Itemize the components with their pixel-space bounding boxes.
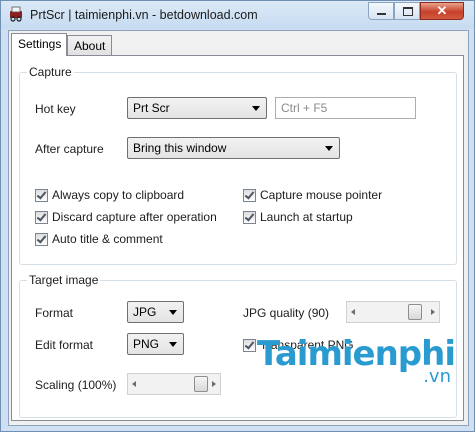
scaling-slider[interactable]: [127, 373, 221, 395]
after-capture-label: After capture: [35, 142, 104, 156]
title-bar[interactable]: PrtScr | taimienphi.vn - betdownload.com…: [1, 1, 474, 29]
scaling-label: Scaling (100%): [35, 378, 117, 392]
chevron-down-icon: [169, 310, 177, 315]
hotkey-value: Prt Scr: [133, 101, 170, 115]
tab-settings[interactable]: Settings: [11, 33, 67, 56]
close-icon: ✕: [436, 3, 448, 18]
jpg-quality-slider[interactable]: [346, 301, 440, 323]
format-value: JPG: [133, 305, 157, 319]
window-title: PrtScr | taimienphi.vn - betdownload.com: [30, 8, 258, 22]
auto-title-label: Auto title & comment: [52, 232, 163, 246]
slider-thumb[interactable]: [407, 304, 422, 320]
app-window: PrtScr | taimienphi.vn - betdownload.com…: [0, 0, 475, 432]
arrow-right-icon[interactable]: [212, 381, 216, 387]
arrow-left-icon[interactable]: [351, 309, 355, 315]
hotkey-alt-input[interactable]: [276, 98, 415, 118]
arrow-left-icon[interactable]: [132, 381, 136, 387]
slider-thumb[interactable]: [194, 376, 208, 392]
checkbox-checked-icon: [35, 233, 48, 246]
printer-scissors-icon: [10, 6, 22, 22]
discard-label: Discard capture after operation: [52, 210, 217, 224]
arrow-right-icon[interactable]: [431, 309, 435, 315]
after-capture-value: Bring this window: [133, 141, 227, 155]
format-label: Format: [35, 306, 74, 320]
always-copy-label: Always copy to clipboard: [52, 188, 185, 202]
transparent-png-label: Transparent PNG: [260, 338, 354, 352]
target-image-group-label: Target image: [27, 273, 101, 287]
checkbox-checked-icon: [243, 189, 256, 202]
chevron-down-icon: [252, 106, 260, 111]
capture-group-label: Capture: [27, 65, 74, 79]
settings-panel: Capture Hot key Prt Scr After capture Br…: [11, 55, 464, 421]
jpg-quality-label: JPG quality (90): [243, 306, 330, 320]
minimize-button[interactable]: [368, 2, 394, 20]
hotkey-label: Hot key: [35, 102, 76, 116]
maximize-button[interactable]: [394, 2, 420, 20]
chevron-down-icon: [325, 146, 333, 151]
checkbox-checked-icon: [35, 189, 48, 202]
close-button[interactable]: ✕: [420, 2, 464, 20]
chevron-down-icon: [169, 342, 177, 347]
capture-pointer-label: Capture mouse pointer: [260, 188, 383, 202]
format-select[interactable]: JPG: [127, 301, 184, 323]
hotkey-alt-field[interactable]: [275, 97, 416, 119]
after-capture-select[interactable]: Bring this window: [127, 137, 340, 159]
edit-format-label: Edit format: [35, 338, 94, 352]
checkbox-checked-icon: [35, 211, 48, 224]
hotkey-select[interactable]: Prt Scr: [127, 97, 267, 119]
edit-format-value: PNG: [133, 337, 160, 351]
checkbox-checked-icon: [243, 339, 256, 352]
tab-about[interactable]: About: [67, 35, 112, 56]
client-area: Settings About Capture Hot key Prt Scr A…: [8, 30, 469, 426]
launch-startup-label: Launch at startup: [260, 210, 353, 224]
edit-format-select[interactable]: PNG: [127, 333, 184, 355]
checkbox-checked-icon: [243, 211, 256, 224]
